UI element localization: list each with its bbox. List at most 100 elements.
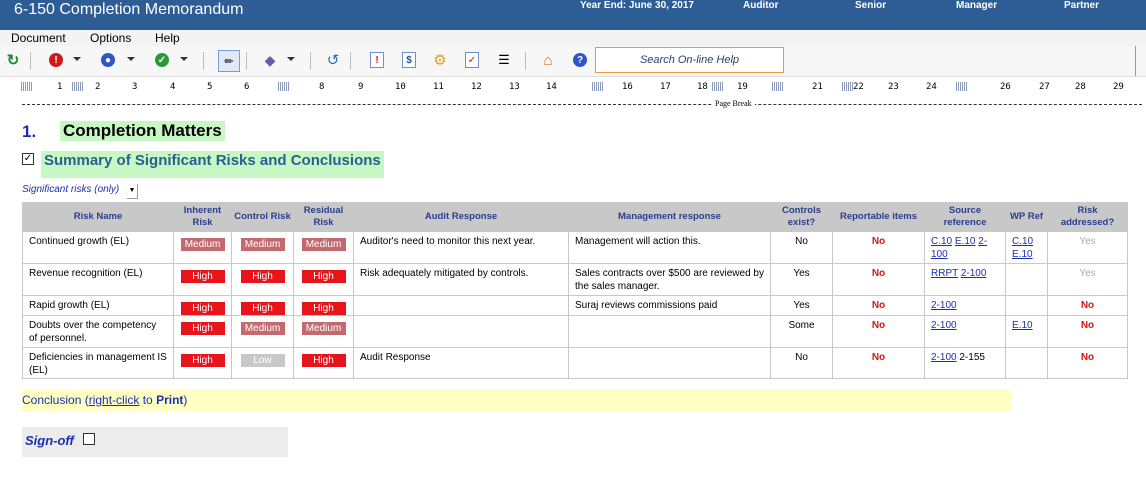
risk-filter-select[interactable]: Significant risks (only) <box>22 184 119 195</box>
management-response-cell[interactable]: Sales contracts over $500 are reviewed b… <box>568 263 771 296</box>
control-risk-cell[interactable]: High <box>231 295 294 316</box>
audit-response-cell[interactable]: Risk adequately mitigated by controls. <box>353 263 569 296</box>
refresh-icon[interactable]: ↻ <box>5 52 21 69</box>
add-list-icon[interactable]: ☰ <box>496 52 512 68</box>
audit-response-cell[interactable]: Auditor's need to monitor this next year… <box>353 231 569 264</box>
risk-addressed-cell[interactable]: No <box>1047 347 1128 379</box>
check-dropdown-arrow[interactable] <box>180 57 188 61</box>
risk-name-cell[interactable]: Revenue recognition (EL) <box>22 263 174 296</box>
col-header[interactable]: Inherent Risk <box>173 202 232 232</box>
source-reference-cell[interactable]: RRPT 2-100 <box>924 263 1006 296</box>
risk-name-cell[interactable]: Rapid growth (EL) <box>22 295 174 316</box>
risk-addressed-cell[interactable]: No <box>1047 315 1128 348</box>
help-icon[interactable]: ? <box>572 52 588 68</box>
reportable-items-cell[interactable]: No <box>832 315 925 348</box>
management-response-cell[interactable]: Management will action this. <box>568 231 771 264</box>
table-row[interactable]: Rapid growth (EL) High High High Suraj revie… <box>22 295 1128 316</box>
col-header[interactable]: WP Ref <box>1005 202 1048 232</box>
control-risk-cell[interactable]: High <box>231 263 294 296</box>
management-response-cell[interactable]: Suraj reviews commissions paid <box>568 295 771 316</box>
col-header[interactable]: Risk Name <box>22 202 174 232</box>
settings-icon[interactable]: ⚙ <box>432 52 448 69</box>
residual-risk-cell[interactable]: High <box>293 263 354 296</box>
risk-addressed-cell[interactable]: Yes <box>1047 263 1128 296</box>
col-header[interactable]: Reportable items <box>832 202 925 232</box>
source-reference-cell[interactable]: C.10 E.10 2-100 <box>924 231 1006 264</box>
role-senior[interactable]: Senior <box>855 0 886 11</box>
right-click-link[interactable]: right-click <box>89 393 140 407</box>
summary-checkbox[interactable]: ✓ <box>22 153 34 165</box>
role-manager[interactable]: Manager <box>956 0 997 11</box>
wp-ref-cell[interactable]: C.10 E.10 <box>1005 231 1048 264</box>
reportable-items-cell[interactable]: No <box>832 295 925 316</box>
alert-doc-icon[interactable]: ! <box>370 52 384 68</box>
wp-link[interactable]: C.10 <box>1012 236 1033 247</box>
inherent-risk-cell[interactable]: High <box>173 315 232 348</box>
menu-help[interactable]: Help <box>155 31 180 45</box>
management-response-cell[interactable] <box>568 315 771 348</box>
col-header[interactable]: Audit Response <box>353 202 569 232</box>
controls-exist-cell[interactable]: Yes <box>770 263 833 296</box>
chevron-down-icon[interactable]: ▼ <box>127 184 138 199</box>
residual-risk-cell[interactable]: High <box>293 295 354 316</box>
ruler-tab-marker[interactable] <box>712 82 724 91</box>
col-header[interactable]: Risk addressed? <box>1047 202 1128 232</box>
source-link[interactable]: 2-100 <box>931 300 957 311</box>
source-reference-cell[interactable]: 2-100 2-155 <box>924 347 1006 379</box>
controls-exist-cell[interactable]: No <box>770 231 833 264</box>
wp-link[interactable]: E.10 <box>1012 320 1033 331</box>
col-header[interactable]: Source reference <box>924 202 1006 232</box>
ruler-indent-marker[interactable] <box>72 82 84 91</box>
ruler-tab-marker[interactable] <box>278 82 290 91</box>
risk-addressed-cell[interactable]: No <box>1047 295 1128 316</box>
audit-response-cell[interactable] <box>353 295 569 316</box>
ruler-margin-marker[interactable] <box>21 82 33 91</box>
source-reference-cell[interactable]: 2-100 <box>924 295 1006 316</box>
risk-name-cell[interactable]: Continued growth (EL) <box>22 231 174 264</box>
info-icon[interactable]: ● <box>100 52 116 68</box>
wp-ref-cell[interactable] <box>1005 347 1048 379</box>
wp-link[interactable]: E.10 <box>1012 249 1033 260</box>
table-row[interactable]: Doubts over the competency of personnel.… <box>22 315 1128 348</box>
source-link[interactable]: 2-100 <box>931 352 957 363</box>
search-help-input[interactable]: Search On-line Help <box>595 47 784 73</box>
risk-name-cell[interactable]: Deficiencies in management IS (EL) <box>22 347 174 379</box>
info-dropdown-arrow[interactable] <box>127 57 135 61</box>
inherent-risk-cell[interactable]: High <box>173 347 232 379</box>
audit-response-cell[interactable]: Audit Response <box>353 347 569 379</box>
control-risk-cell[interactable]: Low <box>231 347 294 379</box>
menu-options[interactable]: Options <box>90 31 131 45</box>
residual-risk-cell[interactable]: Medium <box>293 315 354 348</box>
col-header[interactable]: Control Risk <box>231 202 294 232</box>
ruler-tab-marker[interactable] <box>772 82 784 91</box>
stop-dropdown-arrow[interactable] <box>73 57 81 61</box>
control-risk-cell[interactable]: Medium <box>231 315 294 348</box>
stop-icon[interactable]: ! <box>48 52 64 68</box>
table-row[interactable]: Deficiencies in management IS (EL) High Lo… <box>22 347 1128 379</box>
ruler-tab-marker[interactable] <box>956 82 968 91</box>
source-link[interactable]: 2-100 <box>961 268 987 279</box>
reportable-items-cell[interactable]: No <box>832 263 925 296</box>
inherent-risk-cell[interactable]: Medium <box>173 231 232 264</box>
source-link[interactable]: E.10 <box>955 236 976 247</box>
col-header[interactable]: Controls exist? <box>770 202 833 232</box>
controls-exist-cell[interactable]: Some <box>770 315 833 348</box>
checklist-icon[interactable]: ✓ <box>465 52 479 68</box>
risk-name-cell[interactable]: Doubts over the competency of personnel. <box>22 315 174 348</box>
conclusion-box[interactable]: Conclusion (right-click to Print) <box>22 390 1011 411</box>
wp-ref-cell[interactable]: E.10 <box>1005 315 1048 348</box>
table-row[interactable]: Continued growth (EL) Medium Medium Medium A… <box>22 231 1128 264</box>
residual-risk-cell[interactable]: High <box>293 347 354 379</box>
controls-exist-cell[interactable]: Yes <box>770 295 833 316</box>
ruler-tab-marker[interactable] <box>592 82 604 91</box>
dollar-doc-icon[interactable]: $ <box>402 52 416 68</box>
audit-response-cell[interactable] <box>353 315 569 348</box>
ruler-icon[interactable]: ✏ <box>218 50 240 72</box>
table-row[interactable]: Revenue recognition (EL) High High High Risk… <box>22 263 1128 296</box>
source-link[interactable]: C.10 <box>931 236 952 247</box>
home-icon[interactable]: ⌂ <box>540 52 556 69</box>
bookmark-icon[interactable]: ◆ <box>262 52 278 68</box>
inherent-risk-cell[interactable]: High <box>173 263 232 296</box>
residual-risk-cell[interactable]: Medium <box>293 231 354 264</box>
wp-ref-cell[interactable] <box>1005 263 1048 296</box>
